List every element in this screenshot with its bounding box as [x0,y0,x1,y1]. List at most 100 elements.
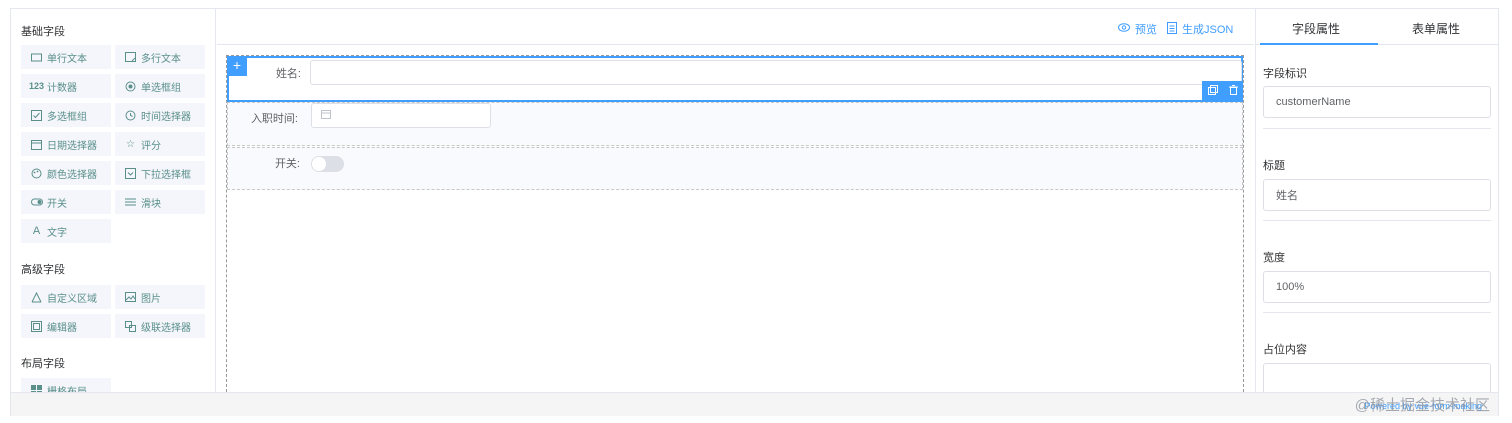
component-custom-area[interactable]: 自定义区域 [21,285,111,309]
star-icon: ☆ [126,138,135,150]
component-label: 颜色选择器 [47,169,97,181]
field-id-input[interactable]: customerName [1263,86,1491,118]
component-label: 单选框组 [141,82,181,94]
component-label: 时间选择器 [141,111,191,123]
form-item-label: 入职时间: [250,113,298,125]
component-label: 文字 [47,227,67,239]
center-toolbar: 预览 生成JSON [217,9,1254,45]
form-item-name[interactable]: + 姓名: [227,56,1243,102]
select-icon [124,167,137,180]
palette-icon [30,167,43,180]
divider [1263,220,1491,221]
property-tabs: 字段属性 表单属性 [1256,9,1499,45]
switch-knob [312,157,326,171]
image-icon [124,291,137,304]
width-label: 宽度 [1263,252,1285,264]
tab-form-props[interactable]: 表单属性 [1376,20,1496,37]
generate-json-button[interactable]: 生成JSON [1167,21,1233,37]
slider-icon [124,196,137,209]
component-color-picker[interactable]: 颜色选择器 [21,161,111,185]
component-cascader[interactable]: 级联选择器 [115,314,205,338]
component-label: 多行文本 [141,53,181,65]
form-item-switch[interactable]: 开关: [227,147,1243,190]
component-number[interactable]: 123 计数器 [21,74,111,98]
input-icon [30,51,43,64]
component-panel: 基础字段 单行文本 多行文本 123 计数器 单选框组 多选框组 时间选择器 日… [11,9,216,392]
preview-button[interactable]: 预览 [1118,21,1157,37]
component-textarea[interactable]: 多行文本 [115,45,205,69]
component-radio[interactable]: 单选框组 [115,74,205,98]
component-rate[interactable]: ☆ 评分 [115,132,205,156]
watermark: @稀土掘金技术社区 [1354,397,1490,414]
component-label: 图片 [141,293,161,305]
component-label: 栅格布局 [47,386,87,393]
calendar-icon [30,138,43,151]
form-item-hire-date[interactable]: 入职时间: [227,102,1243,146]
advanced-fields-title: 高级字段 [21,264,65,276]
component-checkbox[interactable]: 多选框组 [21,103,111,127]
component-label: 编辑器 [47,322,77,334]
editor-icon [30,320,43,333]
width-input[interactable]: 100% [1263,271,1491,303]
basic-fields-title: 基础字段 [21,26,65,38]
title-label: 标题 [1263,160,1285,172]
form-canvas[interactable]: + 姓名: 入职时间: 开关: [226,55,1244,392]
component-image[interactable]: 图片 [115,285,205,309]
component-input[interactable]: 单行文本 [21,45,111,69]
component-editor[interactable]: 编辑器 [21,314,111,338]
eye-icon [1118,23,1130,35]
text-icon: A [32,225,41,237]
placeholder-input[interactable] [1263,363,1491,392]
placeholder-label: 占位内容 [1263,344,1307,356]
switch-icon [30,196,43,209]
component-label: 自定义区域 [47,293,97,305]
cascader-icon [124,320,137,333]
component-label: 计数器 [47,82,77,94]
textarea-icon [124,51,137,64]
layout-fields-title: 布局字段 [21,358,65,370]
design-area: 预览 生成JSON + 姓名: 入职时间: 开关: [217,9,1254,392]
copy-icon[interactable] [1207,85,1218,98]
form-item-label: 开关: [274,158,300,170]
custom-icon [30,291,43,304]
preview-label: 预览 [1135,24,1157,36]
calendar-icon [321,109,331,122]
tab-field-props[interactable]: 字段属性 [1256,20,1376,37]
component-label: 多选框组 [47,111,87,123]
form-item-label: 姓名: [275,68,301,80]
item-action-bar [1202,81,1243,102]
component-label: 评分 [141,140,161,152]
footer: Powered by vue-form-making @稀土掘金技术社区 [11,392,1498,416]
number-icon: 123 [28,81,45,91]
delete-icon[interactable] [1228,85,1238,98]
generate-json-label: 生成JSON [1182,24,1234,36]
clock-icon [124,109,137,122]
component-date-picker[interactable]: 日期选择器 [21,132,111,156]
properties-panel: 字段属性 表单属性 字段标识 customerName 标题 姓名 宽度 100… [1255,9,1499,392]
component-label: 开关 [47,198,67,210]
component-label: 级联选择器 [141,322,191,334]
checkbox-icon [30,109,43,122]
radio-icon [124,80,137,93]
name-input[interactable] [310,60,1242,85]
component-label: 滑块 [141,198,161,210]
component-slider[interactable]: 滑块 [115,190,205,214]
divider [1263,312,1491,313]
component-time-picker[interactable]: 时间选择器 [115,103,205,127]
title-input[interactable]: 姓名 [1263,179,1491,211]
date-input[interactable] [311,103,491,128]
grid-icon [30,384,43,392]
form-designer-app: 基础字段 单行文本 多行文本 123 计数器 单选框组 多选框组 时间选择器 日… [10,8,1499,416]
component-text[interactable]: A 文字 [21,219,111,243]
component-label: 下拉选择框 [141,169,191,181]
divider [1263,128,1491,129]
document-icon [1167,21,1177,37]
component-grid[interactable]: 栅格布局 [21,378,111,392]
active-tab-indicator [1260,43,1378,45]
toggle-switch[interactable] [311,156,344,172]
component-label: 日期选择器 [47,140,97,152]
component-label: 单行文本 [47,53,87,65]
component-select[interactable]: 下拉选择框 [115,161,205,185]
component-switch[interactable]: 开关 [21,190,111,214]
field-id-label: 字段标识 [1263,68,1307,80]
